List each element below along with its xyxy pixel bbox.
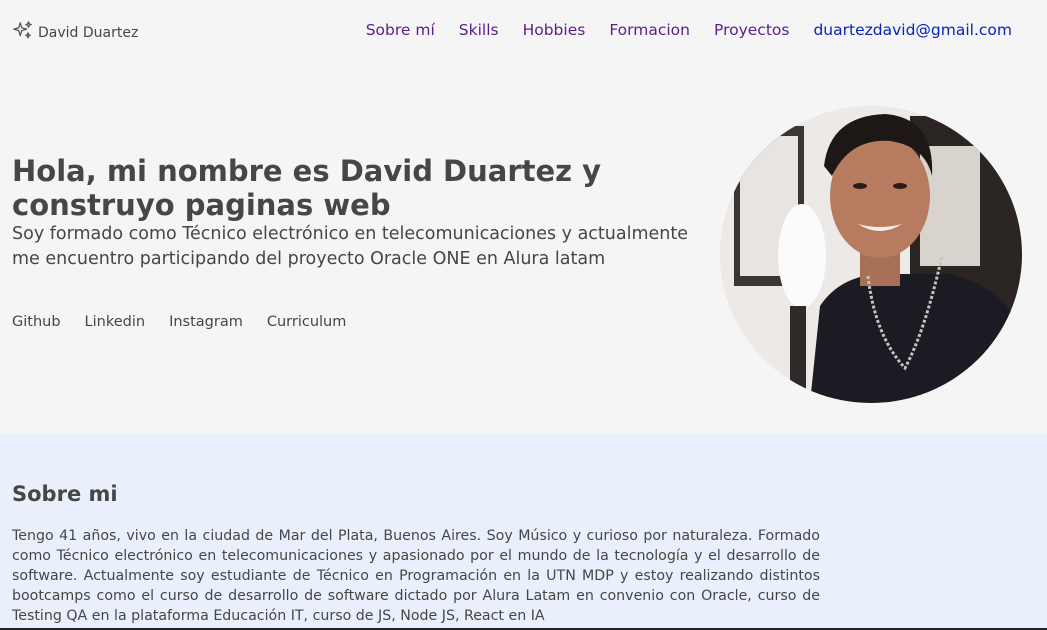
social-links: Github Linkedin Instagram Curriculum [12,314,346,330]
site-header: David Duartez Sobre mí Skills Hobbies Fo… [0,0,1047,64]
nav-link-sobre-mi[interactable]: Sobre mí [366,21,435,39]
instagram-link[interactable]: Instagram [169,314,243,330]
brand-name: David Duartez [38,25,139,41]
profile-photo [720,106,1022,403]
main-nav: Sobre mí Skills Hobbies Formacion Proyec… [366,21,1012,39]
hero-description: Soy formado como Técnico electrónico en … [12,224,688,269]
sparkles-icon [12,20,34,46]
nav-link-formacion[interactable]: Formacion [609,21,690,39]
nav-link-skills[interactable]: Skills [459,21,499,39]
about-title: Sobre mi [12,482,118,506]
email-link[interactable]: duartezdavid@gmail.com [813,21,1012,39]
hero-title: Hola, mi nombre es David Duartez y const… [12,154,602,222]
brand[interactable]: David Duartez [12,20,138,46]
about-text: Tengo 41 años, vivo en la ciudad de Mar … [12,528,820,624]
github-link[interactable]: Github [12,314,61,330]
about-section: Sobre mi Tengo 41 años, vivo en la ciuda… [0,433,1047,630]
nav-link-hobbies[interactable]: Hobbies [523,21,586,39]
nav-link-proyectos[interactable]: Proyectos [714,21,789,39]
linkedin-link[interactable]: Linkedin [85,314,146,330]
curriculum-link[interactable]: Curriculum [267,314,347,330]
